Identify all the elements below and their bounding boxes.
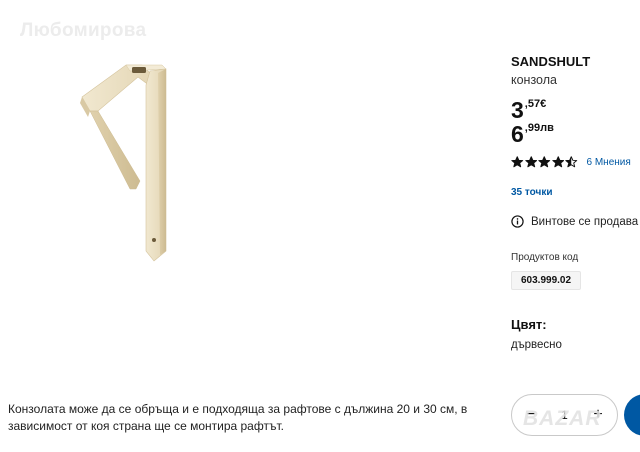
product-code-label: Продуктов код (511, 252, 579, 263)
rating-stars (511, 156, 579, 168)
star-half-icon (565, 156, 578, 168)
loyalty-points: 35 точки (511, 187, 553, 198)
price-bgn-integer: 6 (511, 121, 524, 147)
availability-row: Винтове се продава (511, 215, 638, 228)
product-code: 603.999.02 (511, 271, 582, 290)
star-full-icon (538, 156, 551, 168)
reviews-link[interactable]: 6 Мнения (587, 157, 631, 168)
quantity-stepper: − 1 + (511, 394, 618, 436)
product-type: конзола (511, 73, 557, 87)
quantity-value: 1 (561, 408, 568, 422)
availability-text: Винтове се продава (531, 215, 639, 228)
seller-watermark: Любомирова (20, 20, 147, 41)
info-icon (511, 215, 524, 228)
increase-quantity-button[interactable]: + (585, 402, 611, 428)
product-info-panel: SANDSHULT конзола 3 ,57€ 6 ,99лв 6 Мнени… (511, 0, 640, 452)
price-eur-integer: 3 (511, 97, 524, 123)
product-image (80, 64, 167, 262)
color-value: дървесно (511, 339, 562, 351)
decrease-quantity-button[interactable]: − (518, 402, 544, 428)
star-full-icon (551, 156, 564, 168)
add-to-cart-button[interactable] (624, 394, 640, 436)
star-full-icon (511, 156, 524, 168)
product-description: Конзолата може да се обръща и е подходящ… (8, 402, 468, 433)
color-label: Цвят: (511, 317, 547, 332)
rating[interactable]: 6 Мнения (511, 156, 631, 168)
star-full-icon (524, 156, 537, 168)
price-bgn-fraction: ,99лв (524, 122, 554, 134)
price-eur: 3 ,57€ (511, 98, 546, 122)
product-name: SANDSHULT (511, 54, 591, 69)
price-bgn: 6 ,99лв (511, 122, 554, 146)
price-eur-fraction: ,57€ (524, 98, 547, 110)
